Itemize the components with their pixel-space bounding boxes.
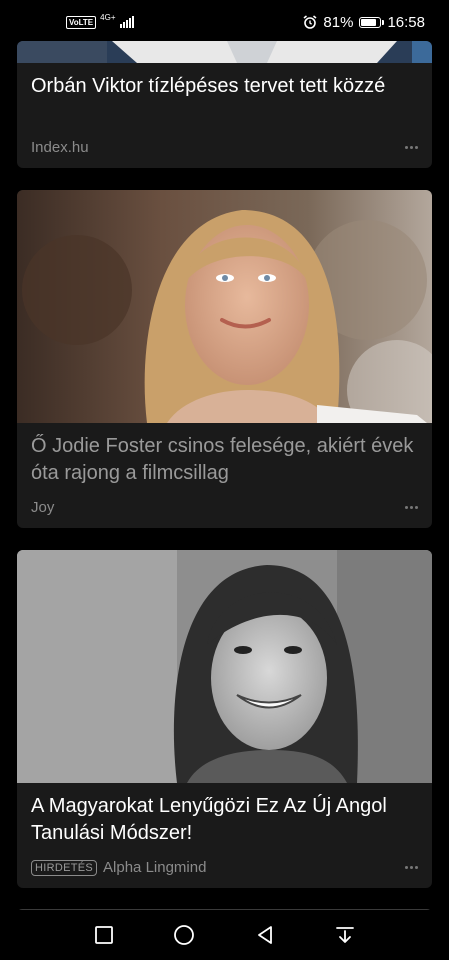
status-left: VoLTE 4G+ — [66, 13, 134, 29]
news-image[interactable] — [17, 41, 432, 63]
download-arrow-icon[interactable] — [331, 921, 359, 949]
more-dots-icon[interactable] — [405, 866, 418, 869]
news-title[interactable]: Ő Jodie Foster csinos felesége, akiért é… — [31, 433, 418, 487]
status-right: 81% 16:58 — [303, 14, 425, 31]
news-image[interactable] — [17, 190, 432, 423]
signal-icon — [119, 16, 134, 28]
alarm-icon — [303, 15, 317, 29]
square-icon[interactable] — [90, 921, 118, 949]
circle-home-icon[interactable] — [170, 921, 198, 949]
news-meta: Index.hu — [31, 139, 418, 156]
navigation-bar — [0, 910, 449, 960]
clock: 16:58 — [387, 13, 425, 31]
ad-badge: HIRDETÉS — [31, 859, 98, 876]
ad-image[interactable] — [17, 550, 432, 783]
status-bar: VoLTE 4G+ 81% 16:58 — [0, 0, 449, 44]
volte-icon: VoLTE — [66, 15, 97, 29]
battery-percent: 81% — [323, 13, 354, 31]
news-card[interactable]: Orbán Viktor tízlépéses tervet tett közz… — [17, 41, 432, 168]
news-source: Joy — [31, 499, 55, 516]
ad-card[interactable]: A Magyarokat Lenyűgözi Ez Az Új Angol Ta… — [17, 550, 432, 888]
ad-title[interactable]: A Magyarokat Lenyűgözi Ez Az Új Angol Ta… — [31, 793, 418, 847]
ad-source: Alpha Lingmind — [103, 859, 207, 876]
news-source: Index.hu — [31, 139, 89, 156]
network-type: 4G+ — [100, 13, 116, 22]
ad-meta: HIRDETÉS Alpha Lingmind — [31, 859, 418, 876]
news-card[interactable]: Ő Jodie Foster csinos felesége, akiért é… — [17, 190, 432, 528]
battery-icon — [359, 16, 385, 28]
more-dots-icon[interactable] — [405, 506, 418, 509]
triangle-back-icon[interactable] — [251, 921, 279, 949]
news-title[interactable]: Orbán Viktor tízlépéses tervet tett közz… — [31, 73, 418, 100]
more-dots-icon[interactable] — [405, 146, 418, 149]
news-meta: Joy — [31, 499, 418, 516]
